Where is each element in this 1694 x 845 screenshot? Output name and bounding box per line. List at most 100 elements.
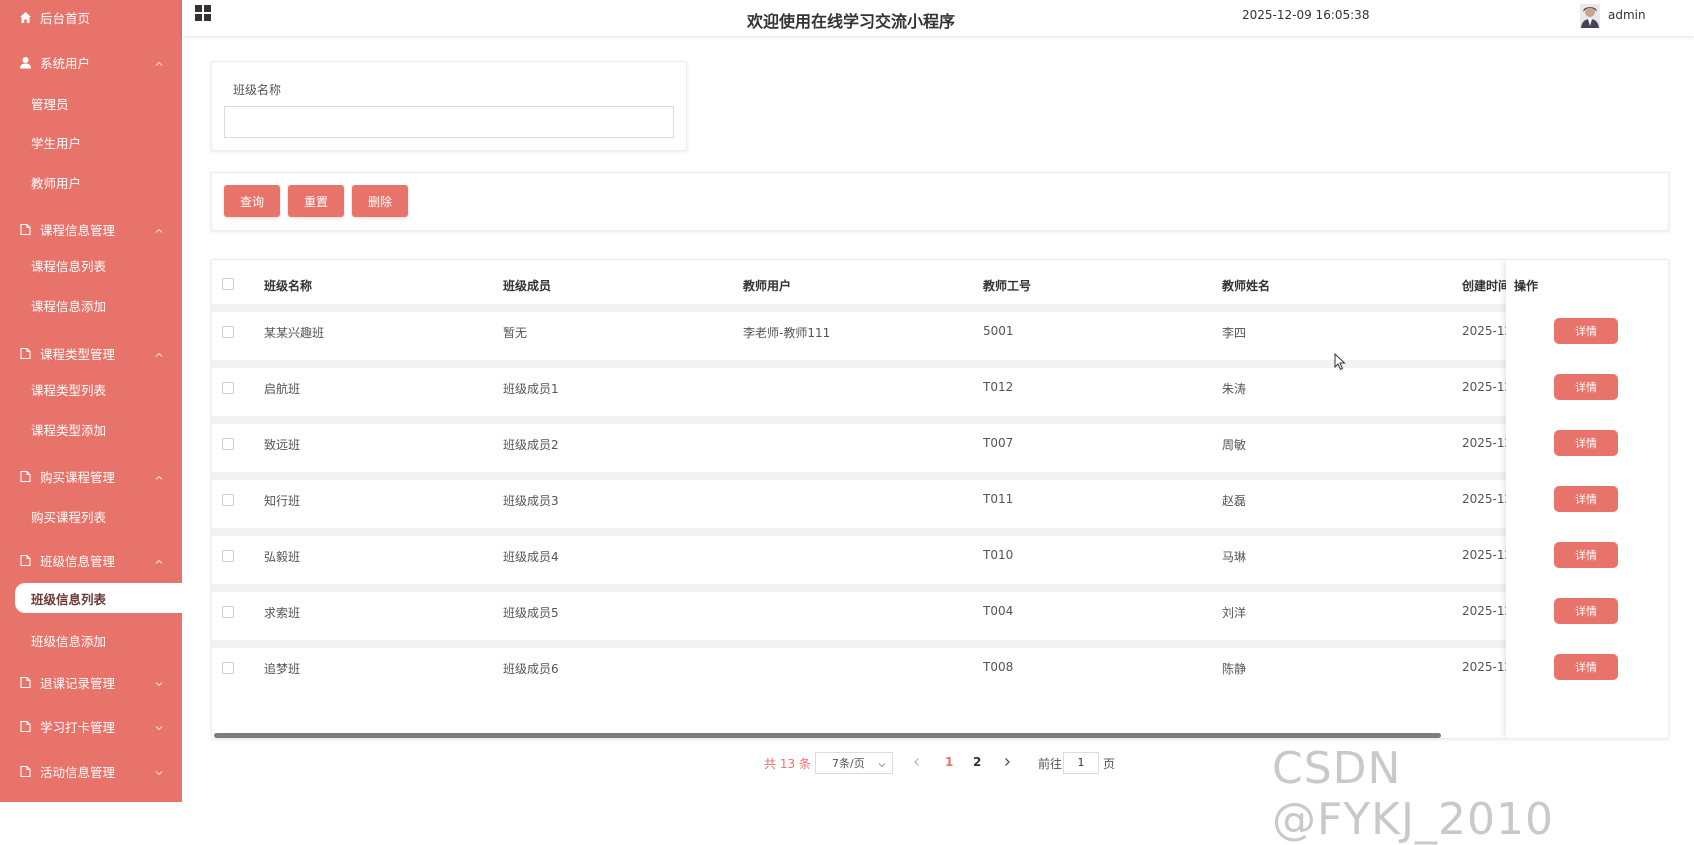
detail-button[interactable]: 详情 (1554, 598, 1618, 624)
chevron-down-icon (878, 759, 886, 768)
chevron-up-icon (154, 224, 164, 234)
page-suffix: 页 (1103, 757, 1116, 771)
table-cell: 班级成员5 (503, 606, 559, 620)
sidebar-group[interactable]: 学习打卡管理 (0, 709, 182, 743)
table-cell: T007 (983, 436, 1014, 450)
detail-button[interactable]: 详情 (1554, 318, 1618, 344)
column-header[interactable]: 班级成员 (503, 277, 551, 294)
sidebar-item[interactable]: 课程类型列表 (0, 372, 182, 406)
sidebar-group[interactable]: 活动信息管理 (0, 754, 182, 788)
table-cell: 弘毅班 (264, 550, 301, 564)
chevron-down-icon (154, 766, 164, 776)
detail-button[interactable]: 详情 (1554, 430, 1618, 456)
sidebar-item[interactable]: 教师用户 (0, 165, 182, 199)
sidebar-group[interactable]: 班级信息管理 (0, 543, 182, 577)
sidebar-item[interactable]: 学生用户 (0, 125, 182, 159)
chevron-down-icon (154, 677, 164, 687)
sidebar-group[interactable]: 退课记录管理 (0, 665, 182, 699)
prev-page-icon[interactable] (912, 756, 922, 766)
sidebar-item-label: 后台首页 (40, 10, 91, 26)
avatar[interactable] (1580, 4, 1600, 28)
row-checkbox[interactable] (222, 662, 234, 674)
row-checkbox[interactable] (222, 326, 234, 338)
sidebar-item[interactable]: 课程信息添加 (0, 288, 182, 322)
column-header[interactable]: 教师工号 (983, 277, 1031, 294)
sidebar-item[interactable]: 购买课程列表 (0, 499, 182, 533)
sidebar-item[interactable]: 班级信息添加 (0, 623, 182, 657)
chevron-up-icon (154, 555, 164, 565)
detail-button[interactable]: 详情 (1554, 654, 1618, 680)
sidebar-group-label: 课程类型管理 (40, 346, 116, 362)
doc-icon (18, 719, 32, 733)
row-separator (212, 640, 1668, 648)
chevron-down-icon (154, 721, 164, 731)
sidebar-item[interactable]: 班级信息列表 (15, 583, 182, 613)
row-separator (212, 528, 1668, 536)
watermark: CSDN @FYKJ_2010 (1272, 743, 1554, 845)
column-header[interactable]: 创建时间 (1462, 277, 1510, 294)
table-cell: 求索班 (264, 606, 301, 620)
sidebar: 后台首页 系统用户 管理员 学生用户 教师用户 课程信息管理 课程信息列表 课程信息添加 课程… (0, 0, 182, 802)
username[interactable]: admin (1608, 8, 1646, 22)
sidebar-item-label: 管理员 (31, 96, 69, 112)
sidebar-item[interactable]: 管理员 (0, 86, 182, 120)
sidebar-group[interactable]: 购买课程管理 (0, 459, 182, 493)
sidebar-item-home[interactable]: 后台首页 (0, 0, 182, 34)
row-separator (212, 584, 1668, 592)
sidebar-item-label: 课程信息列表 (31, 258, 107, 274)
row-checkbox[interactable] (222, 606, 234, 618)
detail-button[interactable]: 详情 (1554, 486, 1618, 512)
sidebar-item-label: 学生用户 (31, 135, 82, 151)
table-cell: 周敏 (1222, 438, 1247, 452)
menu-grid-icon[interactable] (194, 4, 212, 22)
detail-button[interactable]: 详情 (1554, 374, 1618, 400)
table-cell: 马琳 (1222, 550, 1247, 564)
table-cell: 暂无 (503, 326, 528, 340)
table-cell: 李四 (1222, 326, 1247, 340)
row-checkbox[interactable] (222, 550, 234, 562)
page-number[interactable]: 1 (945, 755, 953, 769)
row-checkbox[interactable] (222, 382, 234, 394)
page-size-select[interactable]: 7条/页 (815, 752, 893, 774)
table-cell: T011 (983, 492, 1014, 506)
class-name-input[interactable] (224, 106, 674, 138)
doc-icon (18, 346, 32, 360)
table-cell: 知行班 (264, 494, 301, 508)
row-separator (212, 304, 1668, 312)
action-bar: 查询 重置 删除 (211, 172, 1669, 231)
goto-page-input[interactable]: 1 (1063, 752, 1099, 774)
next-page-icon[interactable] (1002, 756, 1012, 766)
sidebar-item[interactable]: 课程类型添加 (0, 412, 182, 446)
detail-button[interactable]: 详情 (1554, 542, 1618, 568)
table-cell: 追梦班 (264, 662, 301, 676)
page-number[interactable]: 2 (973, 755, 981, 769)
horizontal-scrollbar[interactable] (214, 733, 1441, 738)
sidebar-group-label: 学习打卡管理 (40, 719, 116, 735)
reset-button[interactable]: 重置 (288, 185, 344, 217)
column-header[interactable]: 班级名称 (264, 277, 312, 294)
delete-button[interactable]: 删除 (352, 185, 408, 217)
sidebar-item[interactable]: 课程信息列表 (0, 248, 182, 282)
table-cell: 班级成员4 (503, 550, 559, 564)
pagination-total: 共 13 条 (764, 757, 811, 771)
user-icon (18, 55, 32, 69)
table-cell: 班级成员3 (503, 494, 559, 508)
sidebar-group[interactable]: 课程类型管理 (0, 336, 182, 370)
column-header[interactable]: 教师姓名 (1222, 277, 1270, 294)
chevron-up-icon (154, 57, 164, 67)
select-all-checkbox[interactable] (222, 278, 234, 290)
column-header[interactable]: 教师用户 (743, 277, 791, 294)
sidebar-group[interactable]: 系统用户 (0, 45, 182, 79)
query-button[interactable]: 查询 (224, 185, 280, 217)
sidebar-group-label: 购买课程管理 (40, 469, 116, 485)
table-cell: T008 (983, 660, 1014, 674)
sidebar-group-label: 班级信息管理 (40, 553, 116, 569)
table-cell: 5001 (983, 324, 1014, 338)
sidebar-group[interactable]: 课程信息管理 (0, 212, 182, 246)
row-separator (212, 416, 1668, 424)
doc-icon (18, 553, 32, 567)
row-checkbox[interactable] (222, 494, 234, 506)
row-checkbox[interactable] (222, 438, 234, 450)
table-cell: 某某兴趣班 (264, 326, 325, 340)
doc-icon (18, 675, 32, 689)
